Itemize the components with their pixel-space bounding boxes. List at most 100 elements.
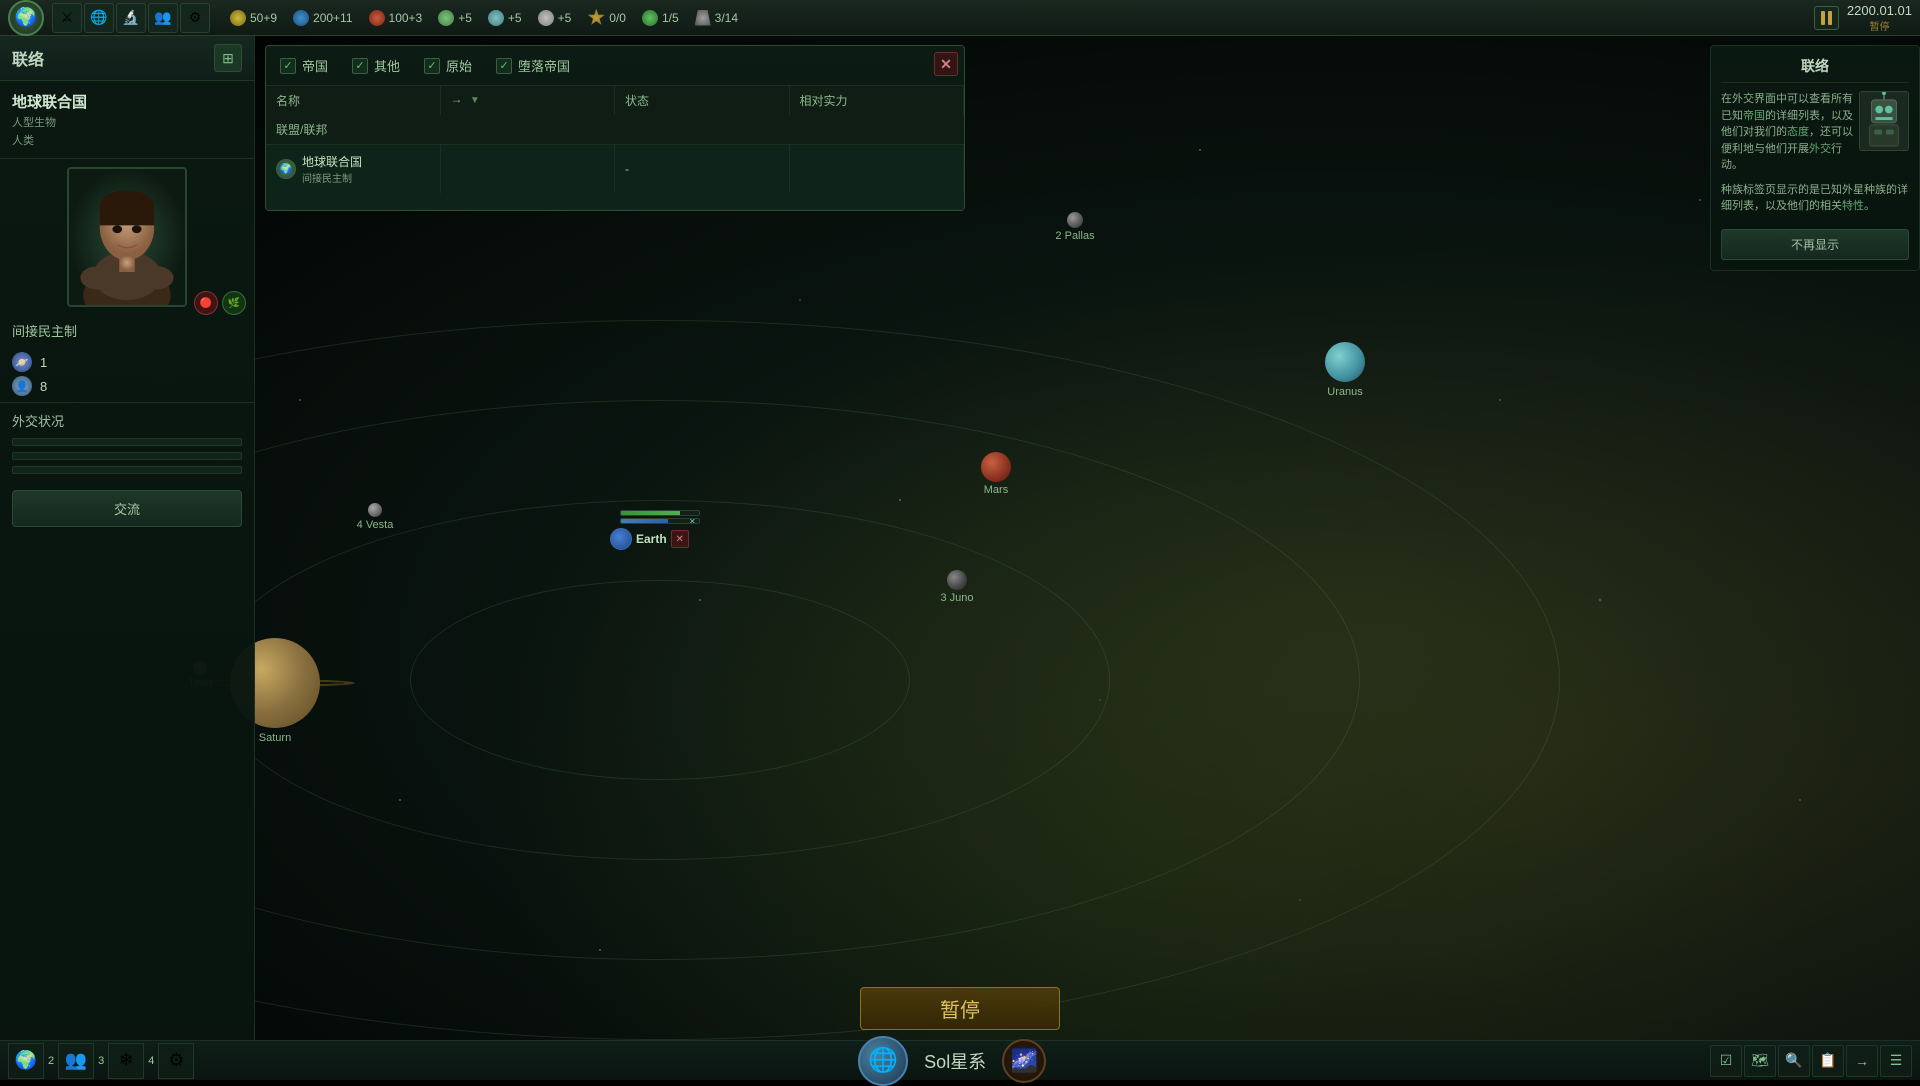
empire-row-icon: 🌍 bbox=[276, 159, 296, 179]
table-row[interactable]: 🌍 地球联合国 间接民主制 - bbox=[266, 145, 964, 210]
th-arrow-label: → bbox=[451, 92, 463, 106]
td-name: 🌍 地球联合国 间接民主制 bbox=[266, 145, 441, 193]
modal-filters: 帝国 其他 原始 堕落帝国 bbox=[266, 46, 964, 86]
top-icon-research[interactable]: 🔬 bbox=[116, 3, 146, 33]
earth-controls: Earth ✕ bbox=[610, 528, 700, 550]
filter-other[interactable]: 其他 bbox=[352, 56, 400, 75]
top-icon-diplomacy[interactable]: 🌐 bbox=[84, 3, 114, 33]
bottom-tab-globe[interactable]: 🌍 bbox=[8, 1043, 44, 1079]
system-name: Sol星系 bbox=[924, 1048, 986, 1074]
planet-uranus[interactable]: Uranus bbox=[1325, 342, 1365, 382]
resource-food: 100+3 bbox=[369, 10, 423, 26]
empire-icon[interactable]: 🌍 bbox=[8, 0, 44, 36]
advisor-svg bbox=[1860, 91, 1908, 151]
influence-icon bbox=[587, 9, 605, 27]
th-arrow[interactable]: → ▼ bbox=[441, 86, 616, 115]
earth-label: Earth bbox=[636, 532, 667, 546]
resource-amenities: +5 bbox=[538, 10, 572, 26]
top-bar-right: 2200.01.01 暂停 bbox=[1814, 3, 1912, 33]
exchange-button[interactable]: 交流 bbox=[12, 490, 242, 527]
td-arrow bbox=[441, 145, 616, 193]
filter-fallen-label: 堕落帝国 bbox=[518, 56, 570, 75]
pause-bar-1 bbox=[1821, 11, 1825, 25]
planet-vesta-label: 4 Vesta bbox=[357, 519, 394, 531]
right-help-panel: 联络 在外交界面中可以查看所有已知帝国的详细列表，以及他们对我们的态度，还可以便… bbox=[1710, 45, 1920, 271]
highlight-diplomacy: 外交 bbox=[1809, 143, 1831, 155]
govt-icon-2: 🌿 bbox=[222, 291, 246, 315]
planet-uranus-label: Uranus bbox=[1327, 386, 1362, 398]
filter-fallen-checkbox[interactable] bbox=[496, 58, 512, 74]
empire-row-main-name: 地球联合国 bbox=[302, 153, 362, 170]
planet-juno-label: 3 Juno bbox=[940, 592, 973, 604]
bottom-bar: 🌍 2 👥 3 ❄ 4 ⚙ 🌐 Sol星系 🌌 ☑ 🗺 🔍 📋 → ☰ bbox=[0, 1040, 1920, 1080]
top-icon-settings[interactable]: ⚙ bbox=[180, 3, 210, 33]
modal-close-button[interactable]: ✕ bbox=[934, 52, 958, 76]
govt-icon-2-symbol: 🌿 bbox=[228, 298, 240, 309]
bottom-right-icon-2[interactable]: 🗺 bbox=[1744, 1045, 1776, 1077]
planet-pallas-label: 2 Pallas bbox=[1055, 230, 1094, 242]
empire-row-sub-name: 间接民主制 bbox=[302, 170, 362, 185]
stat-pop-value: 8 bbox=[40, 379, 47, 394]
fleets-icon bbox=[695, 10, 711, 26]
empire-name: 地球联合国 bbox=[12, 91, 242, 112]
bottom-right-icon-3[interactable]: 🔍 bbox=[1778, 1045, 1810, 1077]
portrait-svg bbox=[67, 169, 187, 305]
planet-vesta[interactable]: 4 Vesta bbox=[368, 503, 382, 517]
options-icon: ⊞ bbox=[222, 50, 234, 67]
planet-mars[interactable]: Mars bbox=[981, 452, 1011, 482]
earth-close-button[interactable]: ✕ bbox=[671, 530, 689, 548]
panel-options-button[interactable]: ⊞ bbox=[214, 44, 242, 72]
advisor-portrait bbox=[1859, 91, 1909, 151]
highlight-attitude: 态度 bbox=[1787, 126, 1809, 138]
top-icon-group: ⚔ 🌐 🔬 👥 ⚙ bbox=[52, 3, 210, 33]
resource-minerals: 200+11 bbox=[293, 10, 353, 26]
bottom-right-icon-4[interactable]: 📋 bbox=[1812, 1045, 1844, 1077]
planet-pallas[interactable]: 2 Pallas bbox=[1067, 212, 1083, 228]
stat-row-pop: 👤 8 bbox=[12, 376, 242, 396]
galaxy-icon[interactable]: 🌌 bbox=[1002, 1039, 1046, 1083]
energy-value: 50+9 bbox=[250, 11, 277, 25]
highlight-traits: 特性 bbox=[1842, 200, 1864, 212]
empire-species: 人类 bbox=[12, 132, 242, 148]
bottom-tab-2-label: 2 bbox=[44, 1055, 58, 1067]
empire-info: 地球联合国 人型生物 人类 bbox=[0, 81, 254, 159]
diplo-bar-bg-2 bbox=[12, 452, 242, 460]
minerals-value: 200+11 bbox=[313, 11, 353, 25]
help-title: 联络 bbox=[1721, 56, 1909, 83]
th-power: 相对实力 bbox=[790, 86, 965, 115]
resource-unity: +5 bbox=[488, 10, 522, 26]
tech-icon bbox=[438, 10, 454, 26]
system-globe-icon[interactable]: 🌐 bbox=[858, 1036, 908, 1086]
influence-value: 0/0 bbox=[609, 11, 626, 25]
th-status: 状态 bbox=[615, 86, 790, 115]
paused-text: 暂停 bbox=[1869, 18, 1889, 33]
filter-primitive[interactable]: 原始 bbox=[424, 56, 472, 75]
date-display: 2200.01.01 bbox=[1847, 3, 1912, 18]
diplo-modal: ✕ 帝国 其他 原始 堕落帝国 名称 → ▼ 状态 相对实力 联盟/联邦 bbox=[265, 45, 965, 211]
filter-empire-checkbox[interactable] bbox=[280, 58, 296, 74]
bottom-right-icon-1[interactable]: ☑ bbox=[1710, 1045, 1742, 1077]
diplo-bar-3 bbox=[12, 466, 242, 474]
planet-saturn-label: Saturn bbox=[259, 732, 291, 744]
top-icon-combat[interactable]: ⚔ bbox=[52, 3, 82, 33]
bottom-tab-snowflake[interactable]: ❄ bbox=[108, 1043, 144, 1079]
planet-juno[interactable]: 3 Juno bbox=[947, 570, 967, 590]
top-icon-factions[interactable]: 👥 bbox=[148, 3, 178, 33]
fleets-value: 3/14 bbox=[715, 11, 738, 25]
bottom-center: 🌐 Sol星系 🌌 bbox=[202, 1036, 1702, 1086]
resource-tech: +5 bbox=[438, 10, 472, 26]
bottom-right-icon-6[interactable]: ☰ bbox=[1880, 1045, 1912, 1077]
diplo-bar-2 bbox=[12, 452, 242, 460]
bottom-tab-population[interactable]: 👥 bbox=[58, 1043, 94, 1079]
earth-marker[interactable]: ✕ Earth ✕ bbox=[610, 510, 700, 550]
filter-other-checkbox[interactable] bbox=[352, 58, 368, 74]
bottom-tab-wrench[interactable]: ⚙ bbox=[158, 1043, 194, 1079]
no-show-button[interactable]: 不再显示 bbox=[1721, 229, 1909, 260]
pause-button[interactable] bbox=[1814, 6, 1839, 30]
filter-primitive-checkbox[interactable] bbox=[424, 58, 440, 74]
filter-fallen[interactable]: 堕落帝国 bbox=[496, 56, 570, 75]
amenities-icon bbox=[538, 10, 554, 26]
leader-portrait[interactable] bbox=[67, 167, 187, 307]
filter-empire[interactable]: 帝国 bbox=[280, 56, 328, 75]
bottom-right-icon-5[interactable]: → bbox=[1846, 1045, 1878, 1077]
